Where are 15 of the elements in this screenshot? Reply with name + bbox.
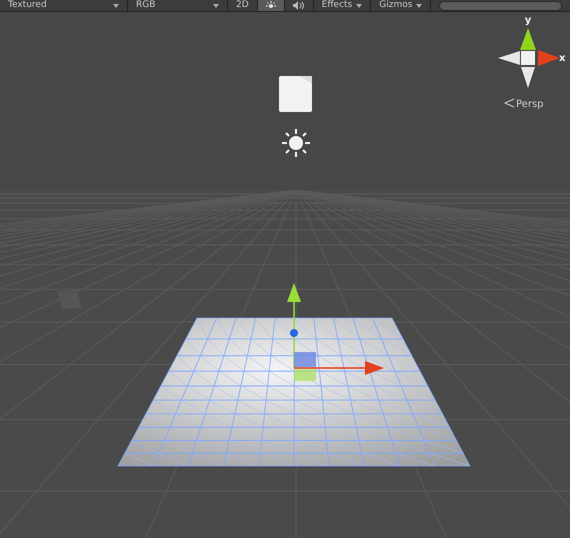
caret-icon bbox=[113, 4, 119, 8]
lighting-toggle[interactable] bbox=[258, 0, 285, 11]
caret-icon bbox=[416, 4, 422, 8]
camera-gizmo-icon bbox=[279, 76, 312, 112]
caret-icon bbox=[213, 4, 219, 8]
sun-icon bbox=[266, 1, 276, 10]
axis-label: y bbox=[524, 15, 532, 26]
chevron-icon bbox=[504, 98, 514, 108]
orientation-gizmo[interactable] bbox=[498, 28, 560, 88]
speaker-icon bbox=[292, 1, 305, 10]
axis-label: x bbox=[559, 53, 566, 64]
search-field[interactable] bbox=[439, 0, 562, 10]
caret-icon bbox=[356, 4, 362, 8]
sun-icon bbox=[281, 128, 311, 158]
projection-label[interactable]: Persp bbox=[516, 99, 544, 110]
